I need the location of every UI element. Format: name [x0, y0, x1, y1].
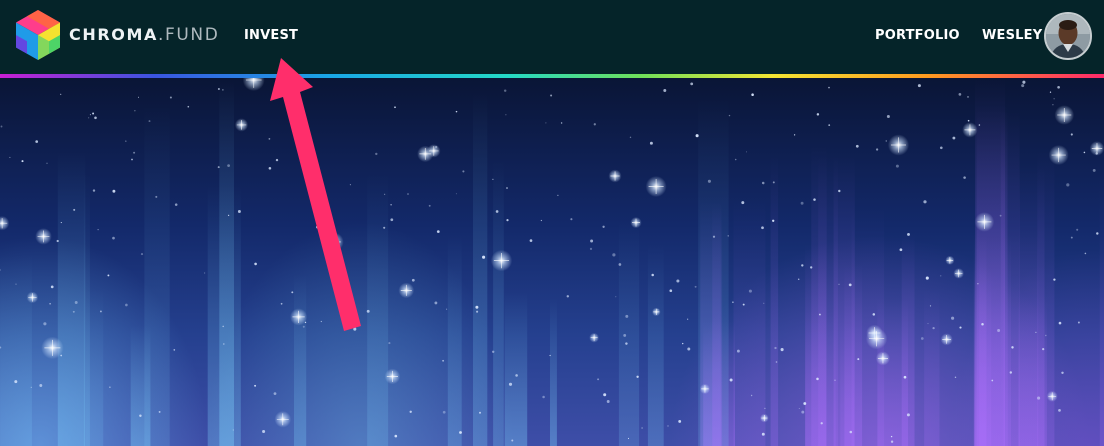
nav-user-menu[interactable]: WESLEY [982, 0, 1042, 72]
cube-logo-icon [16, 10, 60, 60]
brand-name-separator: . [157, 25, 165, 45]
starfield-graphic [0, 78, 1104, 446]
page: CHROMA.FUND INVEST PORTFOLIO WESLEY [0, 0, 1104, 446]
nav-portfolio[interactable]: PORTFOLIO [875, 0, 960, 72]
hero-starfield-background [0, 78, 1104, 446]
light-rays [0, 78, 1104, 446]
nav-invest[interactable]: INVEST [244, 0, 298, 72]
top-navigation-bar: CHROMA.FUND INVEST PORTFOLIO WESLEY [0, 0, 1104, 74]
brand-name: CHROMA.FUND [69, 25, 219, 45]
brand-logo[interactable]: CHROMA.FUND [16, 10, 219, 60]
rainbow-divider [0, 74, 1104, 78]
brand-name-primary: CHROMA [69, 25, 158, 44]
user-photo [1046, 14, 1090, 58]
avatar[interactable] [1044, 12, 1092, 60]
brand-name-secondary: FUND [164, 25, 220, 45]
